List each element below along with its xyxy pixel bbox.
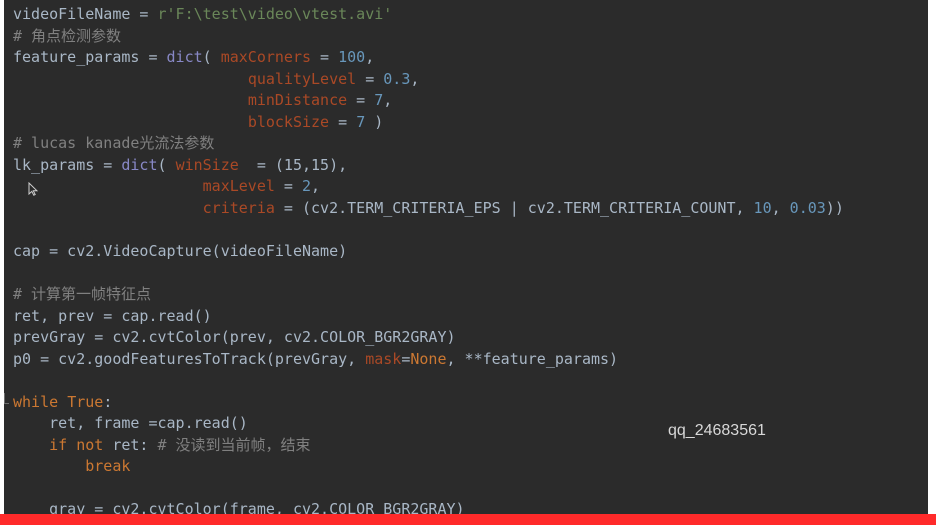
code-line[interactable]: # 计算第一帧特征点 — [13, 284, 151, 305]
code-token: gray = cv2.cvtColor(frame, cv2.COLOR_BGR… — [13, 500, 465, 514]
code-token: # lucas kanade光流法参数 — [13, 134, 215, 152]
code-token: cap = cv2.VideoCapture(videoFileName) — [13, 242, 348, 260]
code-token: 0.3 — [383, 70, 411, 88]
code-token: = (cv2.TERM_CRITERIA_EPS | cv2.TERM_CRIT… — [274, 199, 754, 217]
code-token: , **feature_params) — [446, 350, 619, 368]
code-editor[interactable]: videoFileName = r'F:\test\video\vtest.av… — [4, 0, 928, 514]
code-token: feature_params = — [13, 48, 167, 66]
code-token: = — [329, 113, 357, 131]
code-line[interactable]: gray = cv2.cvtColor(frame, cv2.COLOR_BGR… — [13, 499, 465, 514]
code-token: = — [311, 48, 339, 66]
code-line[interactable]: prevGray = cv2.cvtColor(prev, cv2.COLOR_… — [13, 327, 456, 348]
code-token: 2 — [302, 177, 312, 195]
code-token: dict — [166, 48, 203, 66]
code-line[interactable]: feature_params = dict( maxCorners = 100, — [13, 47, 374, 68]
code-token: , — [365, 48, 375, 66]
code-line[interactable]: if not ret: # 没读到当前帧，结束 — [13, 435, 311, 456]
code-token: , — [383, 91, 393, 109]
code-token: ) — [365, 113, 384, 131]
code-token: ( — [157, 156, 176, 174]
code-token: = — [347, 91, 375, 109]
code-token: maxLevel — [202, 177, 275, 195]
code-token: dict — [121, 156, 158, 174]
watermark-text: qq_24683561 — [668, 422, 766, 439]
code-token: criteria — [202, 199, 275, 217]
code-token: = — [356, 70, 384, 88]
code-line[interactable]: # 角点检测参数 — [13, 26, 121, 47]
code-line[interactable]: blockSize = 7 ) — [13, 112, 383, 133]
code-token: lk_params = — [13, 156, 122, 174]
code-token: 7 — [374, 91, 384, 109]
fold-marker-icon[interactable] — [4, 393, 9, 404]
code-line[interactable]: ret, frame =cap.read() — [13, 413, 248, 434]
code-line[interactable]: criteria = (cv2.TERM_CRITERIA_EPS | cv2.… — [13, 198, 844, 219]
code-line[interactable]: videoFileName = r'F:\test\video\vtest.av… — [13, 4, 392, 25]
code-token: # 没读到当前帧，结束 — [157, 436, 311, 454]
code-token: # 计算第一帧特征点 — [13, 285, 152, 303]
code-token: ret, prev = cap.read() — [13, 307, 212, 325]
code-token: , — [771, 199, 790, 217]
code-token: minDistance — [247, 91, 348, 109]
code-token: prevGray = cv2.cvtColor(prev, cv2.COLOR_… — [13, 328, 456, 346]
code-line[interactable]: ret, prev = cap.read() — [13, 306, 212, 327]
code-token: r'F:\test\video\vtest.avi' — [157, 5, 393, 23]
code-token: 7 — [356, 113, 366, 131]
code-token: None — [410, 350, 447, 368]
code-token: mask — [365, 350, 402, 368]
code-line[interactable]: while True: — [13, 392, 112, 413]
code-token: 100 — [338, 48, 366, 66]
code-token: while — [13, 393, 68, 411]
mouse-pointer-icon — [28, 181, 39, 200]
code-token: , — [311, 177, 321, 195]
code-token: 0.03 — [789, 199, 826, 217]
code-line[interactable]: maxLevel = 2, — [13, 176, 320, 197]
code-line[interactable]: qualityLevel = 0.3, — [13, 69, 420, 90]
code-token: = (15,15), — [238, 156, 348, 174]
code-token: ( — [202, 48, 221, 66]
code-token: # 角点检测参数 — [13, 27, 122, 45]
code-token: True — [67, 393, 104, 411]
code-line[interactable]: # lucas kanade光流法参数 — [13, 133, 214, 154]
code-token: p0 = cv2.goodFeaturesToTrack(prevGray, — [13, 350, 366, 368]
code-token: maxCorners — [220, 48, 312, 66]
code-token: blockSize — [247, 113, 330, 131]
code-token: ret, frame =cap.read() — [13, 414, 248, 432]
code-line[interactable]: p0 = cv2.goodFeaturesToTrack(prevGray, m… — [13, 349, 618, 370]
code-token: = — [274, 177, 302, 195]
code-token: )) — [825, 199, 844, 217]
code-token: ret: — [112, 436, 158, 454]
code-token: qualityLevel — [247, 70, 357, 88]
code-line[interactable]: break — [13, 456, 130, 477]
code-token: videoFileName = — [13, 5, 158, 23]
code-line[interactable]: minDistance = 7, — [13, 90, 393, 111]
window-edge — [928, 0, 936, 514]
code-token: winSize — [175, 156, 239, 174]
code-token: 10 — [753, 199, 772, 217]
code-token: = — [401, 350, 411, 368]
code-line[interactable]: cap = cv2.VideoCapture(videoFileName) — [13, 241, 347, 262]
code-token: : — [103, 393, 113, 411]
code-token: if not — [49, 436, 113, 454]
bottom-highlight-bar — [0, 514, 936, 525]
code-token: break — [85, 457, 131, 475]
code-token: , — [410, 70, 420, 88]
code-line[interactable]: lk_params = dict( winSize = (15,15), — [13, 155, 347, 176]
